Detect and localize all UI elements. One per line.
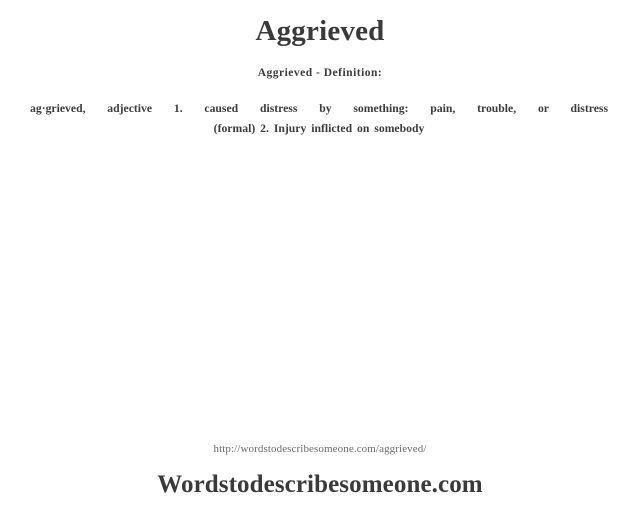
page-subtitle: Aggrieved - Definition:	[257, 67, 383, 79]
definition-container: ag·grieved, adjective 1. caused distress…	[30, 99, 608, 139]
page-subtitle-container: Aggrieved - Definition:	[0, 66, 640, 81]
footer-url[interactable]: http://wordstodescribesomeone.com/aggrie…	[0, 442, 640, 456]
footer-brand-container: Wordstodescribesomeone.com	[0, 470, 640, 500]
definition-line-2: (formal) 2. Injury inflicted on somebody	[213, 122, 425, 135]
footer-url-container: http://wordstodescribesomeone.com/aggrie…	[0, 442, 640, 456]
definition-text: ag·grieved, adjective 1. caused distress…	[30, 99, 608, 139]
definition-line-1: ag·grieved, adjective 1. caused distress…	[30, 102, 608, 115]
document-page: Aggrieved Aggrieved - Definition: ag·gri…	[0, 0, 640, 506]
page-title-container: Aggrieved	[0, 14, 640, 48]
footer-brand: Wordstodescribesomeone.com	[157, 471, 483, 498]
page-title: Aggrieved	[255, 15, 385, 47]
